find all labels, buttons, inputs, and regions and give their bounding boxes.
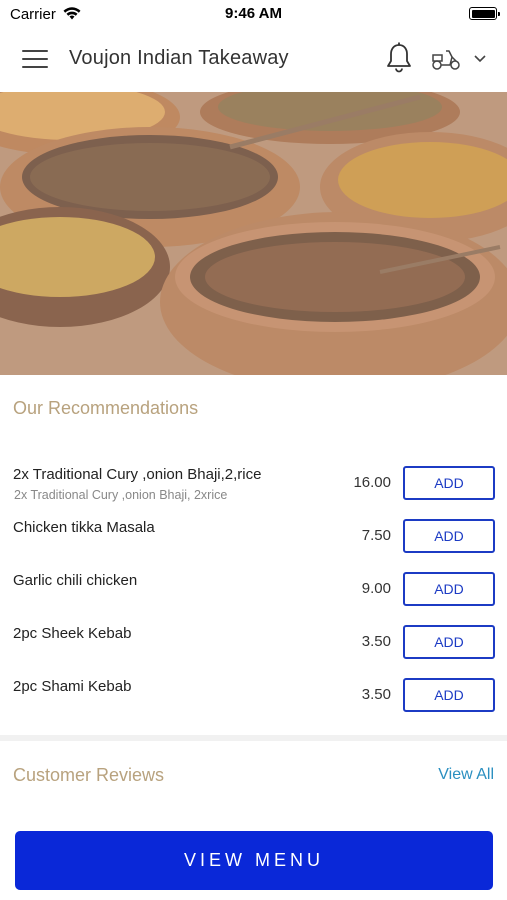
chevron-down-icon[interactable] [472, 53, 488, 65]
section-divider [0, 735, 507, 741]
item-price: 16.00 [353, 474, 391, 491]
list-item: 2pc Shami Kebab 3.50 ADD [0, 678, 507, 728]
list-item: Chicken tikka Masala 7.50 ADD [0, 519, 507, 569]
list-item: 2x Traditional Cury ,onion Bhaji,2,rice … [0, 466, 507, 516]
status-time: 9:46 AM [225, 5, 282, 22]
list-item: 2pc Sheek Kebab 3.50 ADD [0, 625, 507, 675]
add-button[interactable]: ADD [403, 466, 495, 500]
status-bar: Carrier 9:46 AM [0, 0, 507, 28]
add-button[interactable]: ADD [403, 519, 495, 553]
item-name: 2x Traditional Cury ,onion Bhaji,2,rice [13, 466, 262, 483]
recommendations-heading: Our Recommendations [13, 398, 199, 418]
item-price: 3.50 [361, 633, 391, 650]
app-header: Voujon Indian Takeaway [0, 28, 507, 92]
item-price: 3.50 [361, 686, 391, 703]
add-button[interactable]: ADD [403, 625, 495, 659]
list-item: Garlic chili chicken 9.00 ADD [0, 572, 507, 622]
item-name: Chicken tikka Masala [13, 519, 155, 536]
battery-icon [469, 7, 500, 20]
item-name: 2pc Sheek Kebab [13, 625, 132, 642]
item-name: 2pc Shami Kebab [13, 678, 132, 695]
item-price: 7.50 [361, 527, 391, 544]
view-menu-button[interactable]: VIEW MENU [15, 831, 493, 890]
item-name: Garlic chili chicken [13, 572, 138, 589]
view-all-reviews-link[interactable]: View All [438, 766, 494, 784]
bell-icon[interactable] [385, 42, 413, 74]
delivery-scooter-icon[interactable] [430, 46, 462, 72]
restaurant-title: Voujon Indian Takeaway [69, 47, 289, 69]
hero-food-image [0, 92, 507, 375]
customer-reviews-heading: Customer Reviews [13, 765, 165, 785]
item-price: 9.00 [361, 580, 391, 597]
hamburger-menu-icon[interactable] [22, 50, 48, 70]
add-button[interactable]: ADD [403, 678, 495, 712]
item-description: 2x Traditional Cury ,onion Bhaji, 2xrice [14, 488, 228, 502]
add-button[interactable]: ADD [403, 572, 495, 606]
